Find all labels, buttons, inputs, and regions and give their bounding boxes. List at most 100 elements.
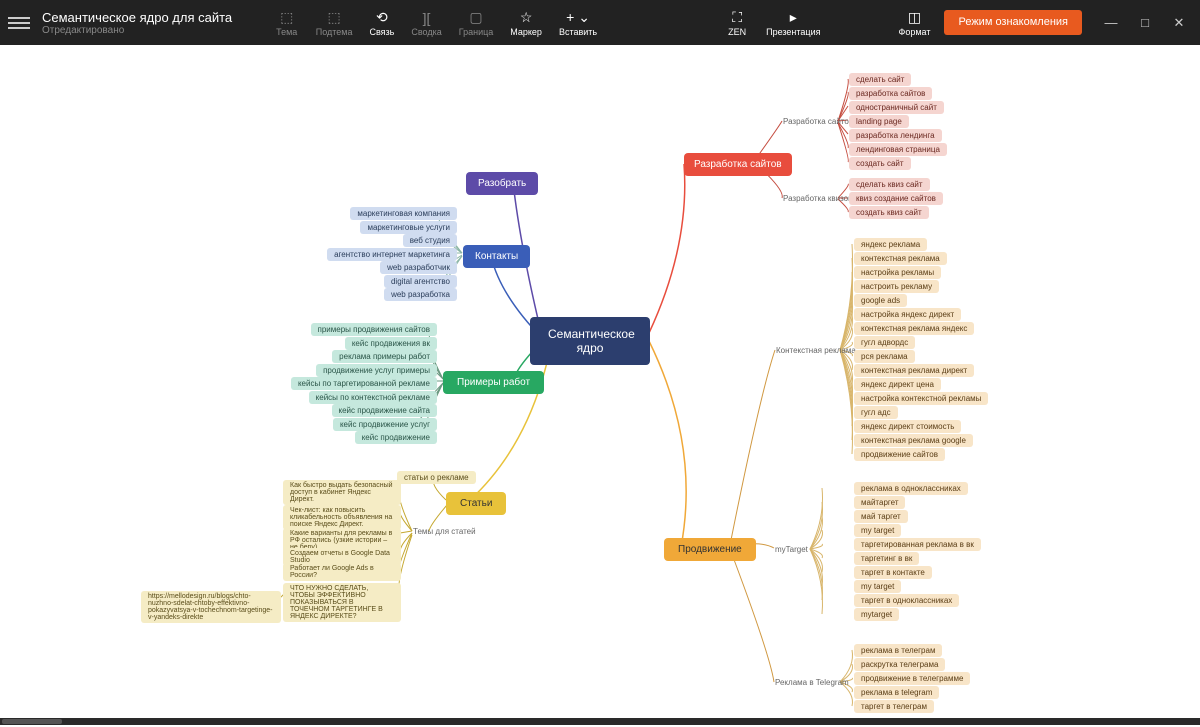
leaf-item[interactable]: my target: [854, 580, 901, 593]
leaf-item[interactable]: кейс продвижения вк: [345, 337, 437, 350]
leaf-item[interactable]: таргет в контакте: [854, 566, 932, 579]
leaf-item[interactable]: digital агентство: [384, 275, 457, 288]
leaf-item[interactable]: агентство интернет маркетинга: [327, 248, 457, 261]
leaf-item[interactable]: настроить рекламу: [854, 280, 939, 293]
minimize-icon[interactable]: —: [1098, 10, 1124, 36]
leaf-item[interactable]: кейсы по таргетированной рекламе: [291, 377, 437, 390]
leaf-item[interactable]: разработка лендинга: [849, 129, 942, 142]
leaf-item[interactable]: веб студия: [403, 234, 457, 247]
leaf-item[interactable]: рся реклама: [854, 350, 915, 363]
leaf-item[interactable]: web разработка: [384, 288, 457, 301]
tool-tema[interactable]: ⬚Тема: [267, 6, 307, 40]
mode-button[interactable]: Режим ознакомления: [944, 10, 1082, 35]
node-razrabotka[interactable]: Разработка сайтов: [684, 153, 792, 176]
leaf-item[interactable]: кейс продвижение сайта: [332, 404, 437, 417]
leaf-stati-top[interactable]: статьи о рекламе: [397, 471, 476, 484]
sub-stati[interactable]: Темы для статей: [413, 527, 476, 536]
hamburger-icon[interactable]: [8, 17, 30, 29]
leaf-item[interactable]: продвижение сайтов: [854, 448, 945, 461]
leaf-item[interactable]: ЧТО НУЖНО СДЕЛАТЬ, ЧТОБЫ ЭФФЕКТИВНО ПОКА…: [283, 583, 401, 622]
leaf-item[interactable]: одностраничный сайт: [849, 101, 944, 114]
node-stati[interactable]: Статьи: [446, 492, 506, 515]
tool-prezent[interactable]: ▸Презентация: [758, 6, 828, 40]
leaf-item[interactable]: разработка сайтов: [849, 87, 932, 100]
leaf-item[interactable]: раскрутка телеграма: [854, 658, 945, 671]
leaf-item[interactable]: реклама в telegram: [854, 686, 939, 699]
leaf-item[interactable]: продвижение в телеграмме: [854, 672, 970, 685]
scrollbar-horizontal[interactable]: [0, 718, 1200, 725]
leaf-item[interactable]: таргет в одноклассниках: [854, 594, 959, 607]
sub-razrabotka1[interactable]: Разработка сайтов: [783, 117, 853, 126]
leaf-item[interactable]: реклама примеры работ: [332, 350, 437, 363]
leaf-item[interactable]: кейс продвижение услуг: [333, 418, 437, 431]
leaf-item[interactable]: my target: [854, 524, 901, 537]
leaf-item[interactable]: контекстная реклама google: [854, 434, 973, 447]
close-icon[interactable]: ✕: [1166, 10, 1192, 36]
topbar: Семантическое ядро для сайта Отредактиро…: [0, 0, 1200, 45]
title-block: Семантическое ядро для сайта Отредактиро…: [42, 10, 232, 36]
leaf-item[interactable]: маркетинговая компания: [350, 207, 457, 220]
node-prodvizhenie[interactable]: Продвижение: [664, 538, 756, 561]
tool-svodka[interactable]: ][Сводка: [403, 6, 449, 40]
leaf-item[interactable]: таргетированная реклама в вк: [854, 538, 981, 551]
mindmap-canvas[interactable]: Семантическое ядро Разобрать Контакты ма…: [0, 45, 1200, 725]
leaf-item[interactable]: landing page: [849, 115, 909, 128]
leaf-item[interactable]: квиз создание сайтов: [849, 192, 943, 205]
leaf-item[interactable]: Работает ли Google Ads в России?: [283, 563, 401, 581]
leaf-item[interactable]: сделать сайт: [849, 73, 911, 86]
central-node[interactable]: Семантическое ядро: [530, 317, 650, 365]
leaf-item[interactable]: кейсы по контекстной рекламе: [309, 391, 437, 404]
marker-icon: ☆: [520, 9, 533, 27]
leaf-item[interactable]: кейс продвижение: [355, 431, 437, 444]
maximize-icon[interactable]: □: [1132, 10, 1158, 36]
leaf-item[interactable]: реклама в телеграм: [854, 644, 942, 657]
sub-prod1[interactable]: Контекстная реклама: [776, 346, 856, 355]
format-icon: ◫: [908, 9, 921, 27]
leaf-item[interactable]: яндекс директ цена: [854, 378, 941, 391]
leaf-item[interactable]: яндекс реклама: [854, 238, 927, 251]
leaf-item[interactable]: настройка яндекс директ: [854, 308, 961, 321]
leaf-item[interactable]: сделать квиз сайт: [849, 178, 930, 191]
leaf-item[interactable]: гугл адвордс: [854, 336, 915, 349]
leaf-item[interactable]: контекстная реклама: [854, 252, 947, 265]
leaf-item[interactable]: контекстная реклама яндекс: [854, 322, 974, 335]
tool-granitsa[interactable]: ▢Граница: [451, 6, 502, 40]
leaf-item[interactable]: майтаргет: [854, 496, 905, 509]
leaf-item[interactable]: гугл адс: [854, 406, 898, 419]
leaf-item[interactable]: настройка контекстной рекламы: [854, 392, 988, 405]
leaf-item[interactable]: таргет в телеграм: [854, 700, 934, 713]
leaf-item[interactable]: Как быстро выдать безопасный доступ в ка…: [283, 480, 401, 505]
tool-zen[interactable]: ⛶ZEN: [717, 6, 757, 40]
leaf-item[interactable]: реклама в одноклассниках: [854, 482, 968, 495]
leaf-item[interactable]: создать сайт: [849, 157, 911, 170]
sub-razrabotka2[interactable]: Разработка квизов: [783, 194, 852, 203]
node-razobrat[interactable]: Разобрать: [466, 172, 538, 195]
scroll-thumb[interactable]: [2, 719, 62, 724]
node-primery[interactable]: Примеры работ: [443, 371, 544, 394]
leaf-item[interactable]: таргетинг в вк: [854, 552, 919, 565]
leaf-item[interactable]: маркетинговые услуги: [360, 221, 457, 234]
leaf-item[interactable]: mytarget: [854, 608, 899, 621]
file-status: Отредактировано: [42, 25, 232, 36]
sub-prod3[interactable]: Реклама в Telegram: [775, 678, 849, 687]
tool-podtema[interactable]: ⬚Подтема: [308, 6, 361, 40]
leaf-item[interactable]: яндекс директ стоимость: [854, 420, 961, 433]
leaf-item[interactable]: настройка рекламы: [854, 266, 941, 279]
leaf-stati-url[interactable]: https://mellodesign.ru/blogs/chto-nuzhno…: [141, 591, 281, 623]
leaf-item[interactable]: лендинговая страница: [849, 143, 947, 156]
leaf-item[interactable]: создать квиз сайт: [849, 206, 929, 219]
leaf-item[interactable]: web разработчик: [380, 261, 457, 274]
leaf-item[interactable]: контекстная реклама директ: [854, 364, 974, 377]
tool-vstavit[interactable]: + ⌄Вставить: [551, 6, 605, 40]
leaf-item[interactable]: Чек-лист: как повысить кликабельность об…: [283, 505, 401, 530]
tool-svyaz[interactable]: ⟲Связь: [361, 6, 402, 40]
tool-format[interactable]: ◫Формат: [890, 6, 938, 40]
leaf-item[interactable]: продвижение услуг примеры: [316, 364, 437, 377]
tool-marker[interactable]: ☆Маркер: [502, 6, 550, 40]
node-kontakty[interactable]: Контакты: [463, 245, 530, 268]
toolbar-view: ⛶ZEN ▸Презентация: [717, 6, 828, 40]
leaf-item[interactable]: май таргет: [854, 510, 908, 523]
leaf-item[interactable]: google ads: [854, 294, 907, 307]
sub-prod2[interactable]: myTarget: [775, 545, 808, 554]
leaf-item[interactable]: примеры продвижения сайтов: [311, 323, 438, 336]
